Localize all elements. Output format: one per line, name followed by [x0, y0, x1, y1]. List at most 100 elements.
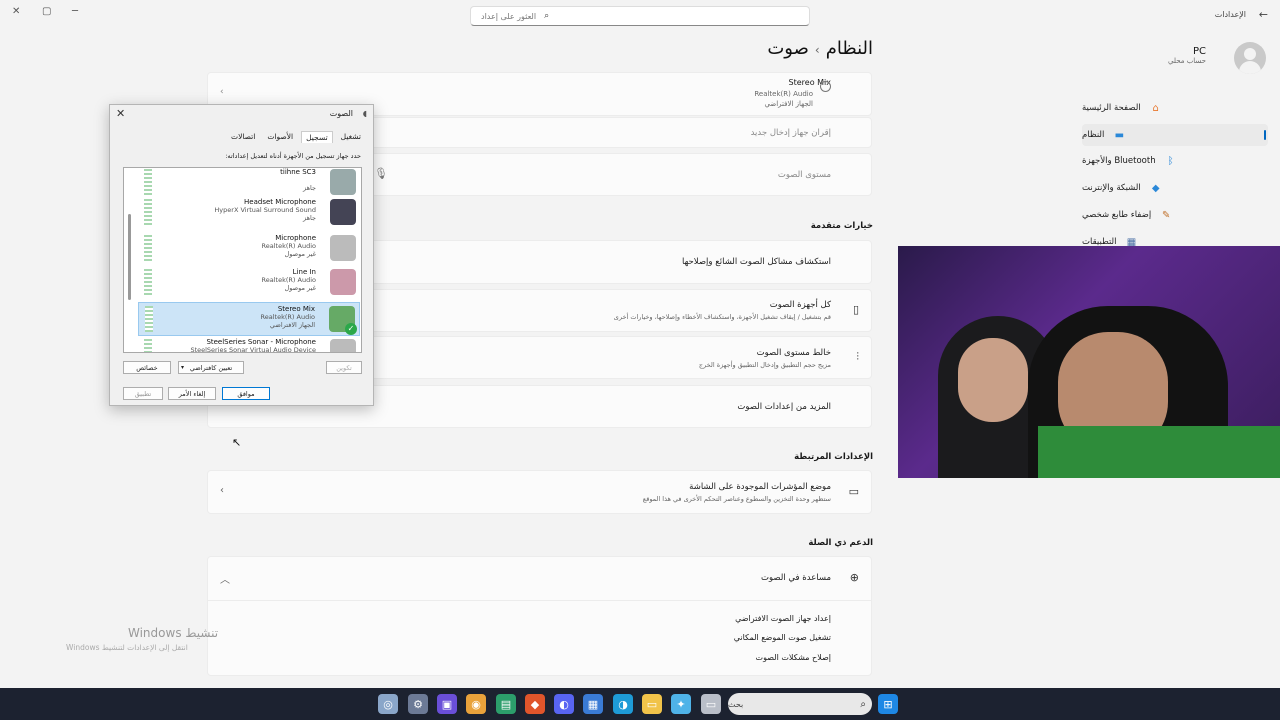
speaker-device-icon: ▯	[852, 303, 859, 316]
chevron-up-icon[interactable]: ︿	[220, 571, 230, 586]
input-device-driver: Realtek(R) Audio	[754, 90, 813, 98]
monitor-icon: ▬	[1114, 129, 1125, 141]
device-status: جاهز	[302, 214, 316, 222]
mixer-icon: ⫶	[856, 350, 859, 363]
support-link-fix-sound[interactable]: إصلاح مشكلات الصوت	[756, 653, 831, 662]
brave-icon[interactable]: ◆	[525, 694, 545, 714]
device-status: غير موصول	[284, 250, 316, 258]
properties-button[interactable]: خصائص	[123, 361, 171, 374]
dropdown-arrow-icon[interactable]: ▾	[181, 364, 184, 371]
sidebar-item-0[interactable]: ⌂ الصفحة الرئيسية	[1082, 97, 1268, 119]
scrollbar[interactable]	[128, 214, 131, 300]
avatar[interactable]	[1234, 42, 1266, 74]
search-icon: ⌕	[860, 698, 866, 710]
recording-device-list[interactable]: tiihne SC3 جاهز Headset Microphone HyperX V…	[123, 167, 362, 353]
copilot-app-icon[interactable]: ✦	[671, 694, 691, 714]
globe-icon: ⊕	[849, 571, 859, 584]
advanced-heading: خيارات متقدمة	[810, 221, 873, 231]
recording-device-item[interactable]: Stereo Mix Realtek(R) Audio الجهاز الافترا…	[138, 302, 360, 336]
home-icon: ⌂	[1152, 102, 1159, 114]
set-default-button[interactable]: تعيين كافتراضي ▾	[178, 361, 244, 374]
sidebar-item-2[interactable]: ᛒ Bluetooth والأجهزة	[1082, 150, 1268, 172]
chrome-icon[interactable]: ◉	[466, 694, 486, 714]
set-default-label: تعيين كافتراضي	[189, 363, 233, 372]
input-device-status: الجهاز الافتراضي	[764, 100, 813, 108]
sidebar-item-label: الصفحة الرئيسية	[1082, 103, 1141, 113]
minimize-icon[interactable]: ─	[72, 6, 78, 17]
cancel-button[interactable]: إلغاء الأمر	[168, 387, 216, 400]
sound-help-title[interactable]: مساعدة في الصوت	[761, 573, 831, 583]
breadcrumb-separator: ›	[814, 43, 820, 57]
search-placeholder: العثور على إعداد	[481, 11, 537, 21]
store-icon[interactable]: ▦	[583, 694, 603, 714]
user-info[interactable]: PC حساب محلي	[1168, 46, 1206, 65]
sidebar-item-1[interactable]: ▬ النظام	[1082, 124, 1268, 146]
sidebar-item-3[interactable]: ◆ الشبكة والإنترنت	[1082, 177, 1268, 199]
tab-sounds[interactable]: الأصوات	[263, 131, 297, 143]
device-driver: SteelSeries Sonar Virtual Audio Device	[190, 346, 316, 353]
maximize-icon[interactable]: ▢	[42, 6, 51, 17]
sidebar-item-label: النظام	[1082, 130, 1105, 140]
app2-icon[interactable]: ▤	[496, 694, 516, 714]
device-driver: Realtek(R) Audio	[261, 276, 316, 284]
search-input[interactable]: ⌕ العثور على إعداد	[470, 6, 810, 26]
dialog-close-icon[interactable]: ✕	[116, 107, 125, 120]
flyout-position-row[interactable]: ▭ موضع المؤشرات الموجودة على الشاشة ستظه…	[207, 470, 872, 514]
all-sound-devices-subtitle: قم بتشغيل / إيقاف تشغيل الأجهزة، واستكشا…	[613, 313, 831, 321]
wifi-icon: ◆	[1151, 182, 1160, 194]
tab-communications[interactable]: اتصالات	[227, 131, 259, 143]
chevron-left-icon: ‹	[220, 485, 224, 496]
recording-device-item[interactable]: Line In Realtek(R) Audio غير موصول	[138, 266, 360, 300]
tab-recording[interactable]: تسجيل	[301, 131, 333, 143]
device-name: Line In	[292, 268, 316, 276]
all-sound-devices-title: كل أجهزة الصوت	[769, 300, 831, 310]
taskbar-search[interactable]: بحث ⌕	[728, 693, 872, 715]
support-link-default-device[interactable]: إعداد جهاز الصوت الافتراضي	[735, 614, 831, 623]
microphone-icon: 🎙	[374, 167, 388, 180]
tab-playback[interactable]: تشغيل	[337, 131, 365, 143]
dialog-hint: حدد جهاز تسجيل من الأجهزة أدناه لتعديل إ…	[225, 152, 361, 160]
user-name: PC	[1192, 46, 1206, 57]
copilot-icon[interactable]: ◎	[378, 694, 398, 714]
line-in-icon	[330, 269, 356, 295]
windows-start-icon[interactable]: ⊞	[878, 694, 898, 714]
back-arrow-icon[interactable]: ←	[1259, 8, 1268, 21]
apply-button[interactable]: تطبيق	[123, 387, 163, 400]
sidebar-item-4[interactable]: ✎ إضفاء طابع شخصي	[1082, 204, 1268, 226]
flyout-position-subtitle: ستظهر وحدة التخزين والسطوع وعناصر التحكم…	[642, 495, 831, 503]
usb-mic-icon	[330, 169, 356, 195]
volume-label: مستوى الصوت	[777, 170, 831, 180]
title-bar: ✕ ▢ ─ ⌕ العثور على إعداد الإعدادات ←	[0, 0, 1280, 34]
folder-icon[interactable]: ▭	[642, 694, 662, 714]
dialog-title: الصوت	[329, 109, 353, 118]
app-title: الإعدادات	[1214, 10, 1246, 19]
screen-icon: ▭	[848, 485, 859, 498]
breadcrumb: النظام › صوت	[767, 38, 873, 59]
settings-icon[interactable]: ⚙	[408, 694, 428, 714]
device-name: Stereo Mix	[277, 305, 315, 313]
edge-icon[interactable]: ◑	[613, 694, 633, 714]
device-status: جاهز	[302, 184, 316, 192]
configure-button[interactable]: تكوين	[326, 361, 362, 374]
page-title: صوت	[767, 38, 809, 59]
ok-button[interactable]: موافق	[222, 387, 270, 400]
support-link-spatial-sound[interactable]: تشغيل صوت الموضع المكاني	[734, 633, 831, 642]
breadcrumb-parent[interactable]: النظام	[826, 38, 873, 59]
recording-device-item[interactable]: SteelSeries Sonar - Microphone SteelSerie…	[138, 336, 360, 353]
search-icon: ⌕	[544, 11, 550, 21]
radio-button[interactable]	[820, 81, 831, 92]
taskbar: ◎ ⚙ ▣ ◉ ▤ ◆ ◐ ▦ ◑ ▭ ✦ ▭ بحث ⌕ ⊞	[0, 688, 1280, 720]
close-icon[interactable]: ✕	[12, 6, 20, 17]
recording-device-item[interactable]: Microphone Realtek(R) Audio غير موصول	[138, 232, 360, 266]
recording-device-item[interactable]: Headset Microphone HyperX Virtual Surroun…	[138, 196, 360, 230]
discord-icon[interactable]: ◐	[554, 694, 574, 714]
window-app-icon[interactable]: ▭	[701, 694, 721, 714]
activation-watermark-subtitle: انتقل إلى الإعدادات لتنشيط Windows	[66, 643, 188, 652]
device-name: SteelSeries Sonar - Microphone	[206, 338, 316, 346]
troubleshoot-label: استكشاف مشاكل الصوت الشائع وإصلاحها	[682, 257, 831, 267]
app-icon[interactable]: ▣	[437, 694, 457, 714]
brush-icon: ✎	[1161, 209, 1171, 221]
default-check-icon: ✓	[345, 323, 357, 335]
level-meter	[144, 169, 152, 195]
volume-mixer-subtitle: مزيج حجم التطبيق وإدخال التطبيق وأجهزة ا…	[698, 361, 831, 369]
